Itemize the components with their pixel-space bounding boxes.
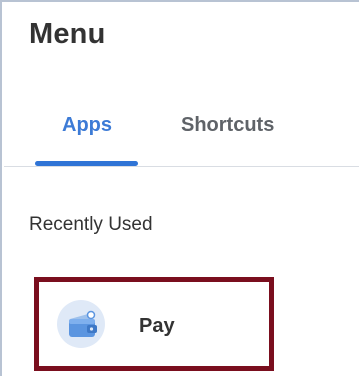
tab-shortcuts[interactable]: Shortcuts (181, 114, 274, 137)
tab-apps[interactable]: Apps (62, 114, 112, 137)
tab-bar: Apps Shortcuts (4, 92, 359, 168)
menu-panel: Menu Apps Shortcuts Recently Used Pay (0, 0, 359, 376)
app-item-label: Pay (139, 315, 175, 337)
tabs-divider (4, 166, 359, 167)
app-item-pay[interactable]: Pay (34, 277, 274, 371)
wallet-icon (57, 300, 105, 348)
page-title: Menu (29, 18, 106, 50)
section-label-recently-used: Recently Used (29, 214, 153, 235)
